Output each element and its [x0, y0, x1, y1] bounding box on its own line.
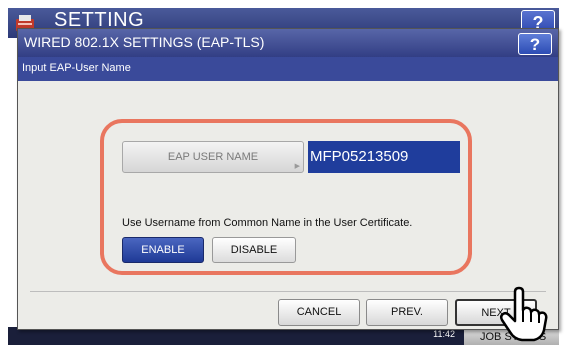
enable-button[interactable]: ENABLE	[122, 237, 204, 263]
dialog-title: WIRED 802.1X SETTINGS (EAP-TLS)	[24, 34, 265, 50]
eap-user-name-button[interactable]: EAP USER NAME ▶	[122, 141, 304, 173]
clock-time: 11:42	[433, 329, 455, 339]
disable-button[interactable]: DISABLE	[212, 237, 296, 263]
hand-pointer-icon	[499, 286, 548, 342]
dialog: WIRED 802.1X SETTINGS (EAP-TLS) ? Input …	[17, 28, 559, 330]
dialog-subtitle-bar: Input EAP-User Name	[18, 57, 558, 81]
eap-user-name-value[interactable]: MFP05213509	[308, 141, 460, 173]
button-separator	[30, 291, 546, 292]
corner-arrow-icon: ▶	[294, 163, 300, 170]
common-name-instruction: Use Username from Common Name in the Use…	[122, 217, 413, 229]
prev-button[interactable]: PREV.	[366, 299, 448, 326]
dialog-subtitle: Input EAP-User Name	[22, 62, 131, 74]
dialog-title-bar: WIRED 802.1X SETTINGS (EAP-TLS) ?	[18, 29, 558, 57]
dialog-help-button[interactable]: ?	[518, 33, 552, 55]
clock: 11:42	[405, 329, 455, 339]
eap-user-name-label: EAP USER NAME	[167, 151, 259, 163]
cancel-button[interactable]: CANCEL	[278, 299, 360, 326]
